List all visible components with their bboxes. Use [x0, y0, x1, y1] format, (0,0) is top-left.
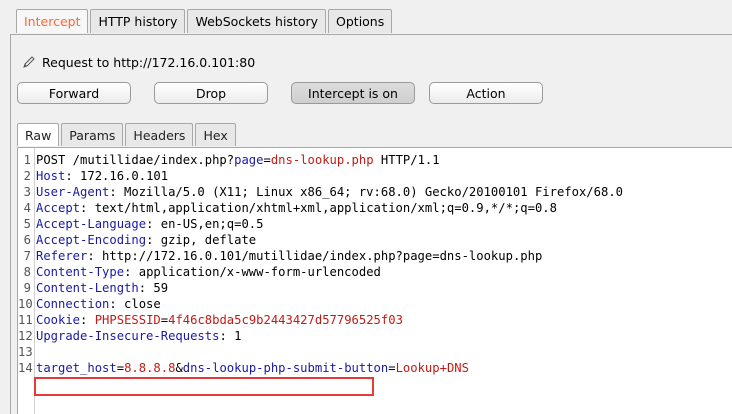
request-text: = — [263, 153, 271, 167]
line-number: 11 — [18, 313, 33, 327]
line-number: 5 — [23, 217, 31, 231]
header-name: Accept-Language — [36, 217, 147, 231]
tab-websockets-history[interactable]: WebSockets history — [187, 9, 327, 33]
line-number: 12 — [18, 329, 33, 343]
forward-button[interactable]: Forward — [17, 82, 131, 104]
intercept-toggle-button[interactable]: Intercept is on — [291, 82, 415, 104]
request-line: 3 User-Agent: Mozilla/5.0 (X11; Linux x86… — [18, 184, 623, 200]
request-line: 5 Accept-Language: en-US,en;q=0.5 — [18, 216, 623, 232]
request-text: : http://172.16.0.101/mutillidae/index.p… — [87, 249, 543, 263]
request-text: = — [116, 361, 125, 375]
tab-intercept[interactable]: Intercept — [16, 9, 89, 33]
line-number: 13 — [18, 345, 33, 359]
tab-http-history[interactable]: HTTP history — [90, 9, 186, 33]
request-text: POST /mutillidae/index.php? — [36, 153, 235, 167]
line-number: 4 — [23, 201, 31, 215]
line-number: 9 — [23, 281, 31, 295]
request-text: HTTP/1.1 — [373, 153, 440, 167]
request-line: 2 Host: 172.16.0.101 — [18, 168, 623, 184]
proxy-tab-bar: Intercept HTTP history WebSockets histor… — [16, 9, 393, 34]
line-number: 7 — [23, 249, 31, 263]
header-name: Cookie — [36, 313, 81, 327]
param-value: 4f46c8bda5c9b2443427d57796525f03 — [168, 313, 403, 327]
header-name: Connection — [36, 297, 110, 311]
line-number: 3 — [23, 185, 31, 199]
request-text: : application/x-www-form-urlencoded — [124, 265, 381, 279]
action-button[interactable]: Action — [429, 82, 543, 104]
header-name: page — [234, 153, 264, 167]
request-line: 6 Accept-Encoding: gzip, deflate — [18, 232, 623, 248]
raw-request-editor[interactable]: 1 POST /mutillidae/index.php?page=dns-loo… — [17, 147, 732, 414]
request-line: 9 Content-Length: 59 — [18, 280, 623, 296]
request-line: 11 Cookie: PHPSESSID=4f46c8bda5c9b2443427… — [18, 312, 623, 328]
request-text: : Mozilla/5.0 (X11; Linux x86_64; rv:68.… — [109, 185, 623, 199]
drop-button[interactable]: Drop — [154, 82, 268, 104]
tab-intercept-label: Intercept — [24, 14, 81, 29]
header-name: Content-Length — [36, 281, 139, 295]
param-value: 8.8.8.8 — [124, 361, 176, 375]
request-text: = — [160, 313, 169, 327]
tab-headers[interactable]: Headers — [125, 123, 194, 146]
line-number: 6 — [23, 233, 31, 247]
header-name: Upgrade-Insecure-Requests — [36, 329, 220, 343]
param-value: PHPSESSID — [94, 313, 161, 327]
param-value: dns-lookup.php — [270, 153, 374, 167]
header-name: User-Agent — [36, 185, 110, 199]
request-line: 7 Referer: http://172.16.0.101/mutillidae… — [18, 248, 623, 264]
message-view-tabs: Raw Params Headers Hex — [17, 123, 236, 147]
tab-params[interactable]: Params — [61, 123, 124, 146]
line-number: 1 — [23, 153, 31, 167]
request-line: 4 Accept: text/html,application/xhtml+xml… — [18, 200, 623, 216]
request-line: 8 Content-Type: application/x-www-form-ur… — [18, 264, 623, 280]
request-text: : 172.16.0.101 — [65, 169, 169, 183]
header-name: dns-lookup-php-submit-button — [182, 361, 389, 375]
line-number: 14 — [18, 361, 33, 375]
request-info: Request to http://172.16.0.101:80 — [22, 54, 255, 70]
header-name: Host — [36, 169, 66, 183]
tab-raw[interactable]: Raw — [17, 123, 60, 146]
request-text: : 1 — [219, 329, 242, 343]
pencil-icon — [23, 56, 35, 68]
request-line: 10 Connection: close — [18, 296, 623, 312]
header-name: Accept — [36, 201, 81, 215]
request-line: 12 Upgrade-Insecure-Requests: 1 — [18, 328, 623, 344]
header-name: Content-Type — [36, 265, 125, 279]
header-name: Referer — [36, 249, 88, 263]
request-line: 1 POST /mutillidae/index.php?page=dns-loo… — [18, 152, 623, 168]
request-line: 13 — [18, 344, 623, 360]
request-text: : gzip, deflate — [146, 233, 257, 247]
line-number: 2 — [23, 169, 31, 183]
param-value: Lookup+DNS — [395, 361, 469, 375]
line-number: 8 — [23, 265, 31, 279]
request-lines: 1 POST /mutillidae/index.php?page=dns-loo… — [18, 152, 623, 376]
highlight-box — [34, 377, 374, 396]
header-name: Accept-Encoding — [36, 233, 147, 247]
request-text: : text/html,application/xhtml+xml,applic… — [80, 201, 557, 215]
request-text: : — [80, 313, 95, 327]
header-name: target_host — [36, 361, 117, 375]
request-text: : close — [109, 297, 161, 311]
request-text: : 59 — [138, 281, 169, 295]
tab-options[interactable]: Options — [328, 9, 393, 33]
request-text: = — [388, 361, 396, 375]
line-number: 10 — [18, 297, 33, 311]
tab-hex[interactable]: Hex — [195, 123, 236, 146]
request-line: 14 target_host=8.8.8.8&dns-lookup-php-sub… — [18, 360, 623, 376]
burp-proxy-window: Intercept HTTP history WebSockets histor… — [0, 0, 732, 414]
request-text: & — [175, 361, 183, 375]
request-target-label: Request to http://172.16.0.101:80 — [42, 54, 256, 70]
request-text: : en-US,en;q=0.5 — [146, 217, 264, 231]
